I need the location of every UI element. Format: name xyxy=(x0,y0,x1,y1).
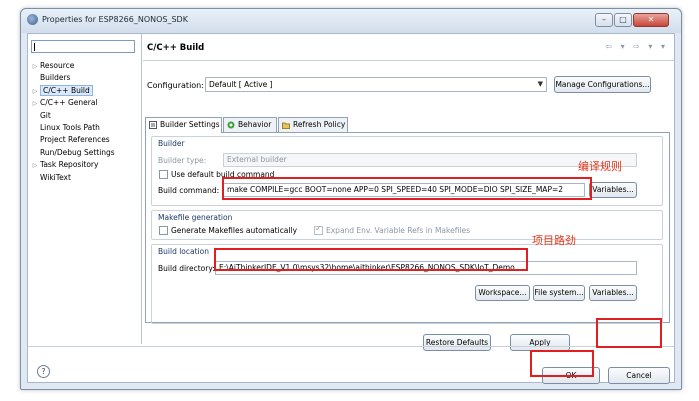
dropdown-arrow-icon[interactable]: ▼ xyxy=(538,78,543,91)
build-directory-highlight xyxy=(214,248,528,271)
tree-item-resource[interactable]: ▷ Resource xyxy=(30,60,115,72)
tab-folder: Builder Settings Behavior Refresh Policy… xyxy=(145,117,670,345)
group-title: Build location xyxy=(158,247,209,256)
build-command-highlight xyxy=(222,177,592,200)
tree-item-cpp-build[interactable]: ▷ C/C++ Build xyxy=(30,84,115,98)
build-command-label: Build command: xyxy=(158,186,220,195)
workspace-button[interactable]: Workspace... xyxy=(475,285,530,301)
dialog-body: ▷ Resource Builders ▷ C/C++ Build ▷ C/C++ G… xyxy=(27,33,675,384)
tree-item-git[interactable]: Git xyxy=(30,110,115,122)
ok-highlight xyxy=(530,350,594,377)
restore-defaults-button[interactable]: Restore Defaults xyxy=(423,334,491,351)
manage-configurations-button[interactable]: Manage Configurations... xyxy=(554,76,651,93)
project-path-annotation: 项目路劲 xyxy=(532,234,576,247)
tree-item-project-references[interactable]: Project References xyxy=(30,134,115,146)
tab-label: Refresh Policy xyxy=(293,120,346,129)
document-icon xyxy=(149,121,157,129)
text-caret xyxy=(34,43,35,51)
tree-item-linux-tools-path[interactable]: Linux Tools Path xyxy=(30,122,115,134)
tab-label: Builder Settings xyxy=(160,120,220,129)
tab-behavior[interactable]: Behavior xyxy=(223,117,277,132)
page-title: C/C++ Build xyxy=(147,43,205,53)
generate-makefiles-checkbox[interactable] xyxy=(159,226,168,235)
expand-arrow-icon[interactable]: ▷ xyxy=(30,98,40,110)
tree-item-label: Project References xyxy=(40,135,110,145)
expand-arrow-icon[interactable]: ▷ xyxy=(30,61,40,73)
apply-button[interactable]: Apply xyxy=(510,334,570,351)
history-nav-icon[interactable]: ⇦ ▾ ⇨ ▾ ▾ xyxy=(605,42,668,51)
tree-item-label: Git xyxy=(40,110,51,120)
tree-item-wikitext[interactable]: WikiText xyxy=(30,172,115,184)
builder-type-value: External builder xyxy=(227,155,287,164)
expand-arrow-icon[interactable]: ▷ xyxy=(30,86,40,98)
header-divider xyxy=(143,60,674,61)
title-bar[interactable]: Properties for ESP8266_NONOS_SDK – □ ✕ xyxy=(21,9,681,33)
location-variables-button[interactable]: Variables... xyxy=(589,285,637,301)
builder-type-label: Builder type: xyxy=(158,156,207,165)
tree-item-label: Task Repository xyxy=(40,160,99,170)
close-button[interactable]: ✕ xyxy=(633,13,669,27)
generate-makefiles-label: Generate Makefiles automatically xyxy=(171,226,298,235)
maximize-button[interactable]: □ xyxy=(614,13,632,27)
builder-type-select: External builder xyxy=(223,153,637,167)
category-tree: ▷ Resource Builders ▷ C/C++ Build ▷ C/C++ G… xyxy=(30,60,115,184)
minimize-button[interactable]: – xyxy=(595,13,613,27)
configuration-select[interactable]: Default [ Active ] ▼ xyxy=(205,77,547,92)
expand-env-label: Expand Env. Variable Refs in Makefiles xyxy=(326,226,471,235)
category-tree-pane: ▷ Resource Builders ▷ C/C++ Build ▷ C/C++ G… xyxy=(28,34,142,344)
tree-item-cpp-general[interactable]: ▷ C/C++ General xyxy=(30,97,115,109)
help-icon[interactable]: ? xyxy=(37,365,50,378)
tree-item-label: Resource xyxy=(40,61,75,70)
apply-highlight xyxy=(596,318,662,348)
build-rule-annotation: 编译规则 xyxy=(578,160,622,173)
eclipse-app-icon xyxy=(27,14,38,25)
tree-item-label: Linux Tools Path xyxy=(40,122,100,132)
tree-item-label: Builders xyxy=(40,73,71,83)
build-directory-label: Build directory: xyxy=(158,264,215,273)
group-title: Builder xyxy=(158,139,185,148)
footer-divider xyxy=(28,346,674,347)
cancel-button[interactable]: Cancel xyxy=(608,367,670,384)
tree-item-builders[interactable]: Builders xyxy=(30,72,115,84)
tab-label: Behavior xyxy=(238,120,272,129)
tree-item-label: C/C++ Build xyxy=(40,84,93,96)
expand-arrow-icon[interactable]: ▷ xyxy=(30,160,40,172)
configuration-value: Default [ Active ] xyxy=(209,80,273,89)
window-title: Properties for ESP8266_NONOS_SDK xyxy=(42,15,188,24)
refresh-folder-icon xyxy=(282,122,290,129)
group-title: Makefile generation xyxy=(158,213,233,222)
makefile-group: Makefile generation Generate Makefiles a… xyxy=(151,210,663,240)
filter-input[interactable] xyxy=(31,40,135,53)
file-system-button[interactable]: File system... xyxy=(533,285,585,301)
tree-item-label: WikiText xyxy=(40,172,71,182)
use-default-checkbox[interactable] xyxy=(159,170,168,179)
tree-item-label: Run/Debug Settings xyxy=(40,147,115,157)
tab-refresh-policy[interactable]: Refresh Policy xyxy=(278,117,348,132)
configuration-label: Configuration: xyxy=(147,81,204,90)
tree-item-run-debug-settings[interactable]: Run/Debug Settings xyxy=(30,147,115,159)
tree-item-task-repository[interactable]: ▷ Task Repository xyxy=(30,159,115,171)
tree-item-label: C/C++ General xyxy=(40,98,98,108)
tab-builder-settings[interactable]: Builder Settings xyxy=(145,117,222,133)
expand-env-checkbox xyxy=(314,224,323,235)
build-variables-button[interactable]: Variables... xyxy=(589,182,637,198)
behavior-icon xyxy=(227,121,235,129)
